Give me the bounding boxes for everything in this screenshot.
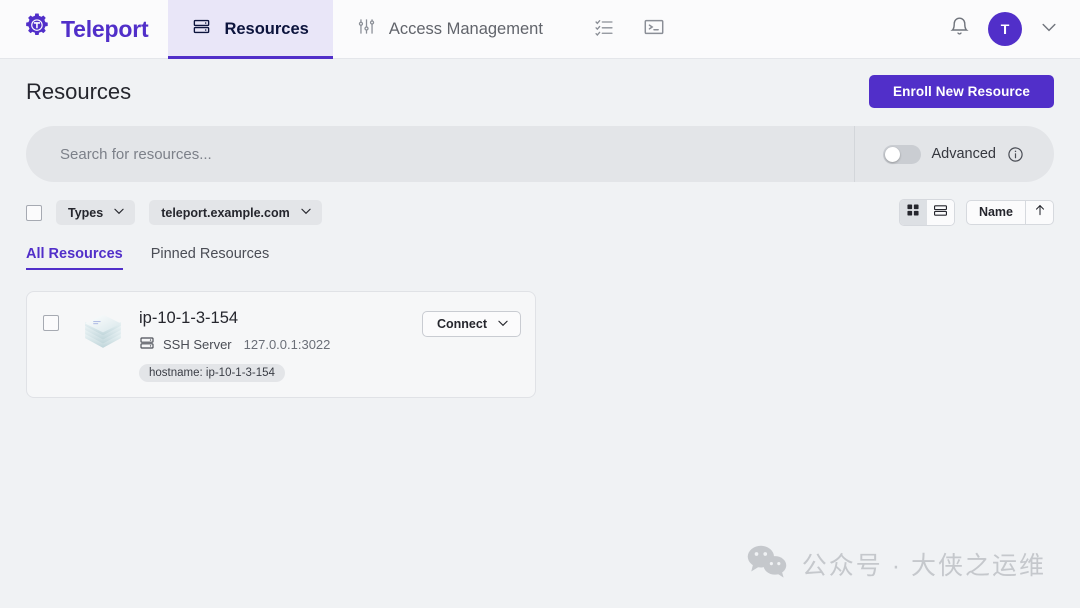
sliders-icon <box>357 17 376 41</box>
list-view-button[interactable] <box>926 200 954 225</box>
advanced-search-zone: Advanced <box>853 126 1055 182</box>
main-nav-tabs: Resources Access Management <box>168 0 567 59</box>
watermark-text: 公众号 · 大侠之运维 <box>801 551 1046 580</box>
sort-direction-button[interactable] <box>1025 201 1053 224</box>
avatar[interactable]: T <box>988 12 1022 46</box>
select-all-checkbox[interactable] <box>26 204 42 221</box>
grid-view-button[interactable] <box>899 200 927 225</box>
nav-user-area: T <box>944 0 1080 58</box>
user-menu-button[interactable] <box>1036 16 1062 42</box>
list-view-icon <box>933 203 948 223</box>
sort-field-button[interactable]: Name <box>967 201 1025 224</box>
resource-card-body: ip-10-1-3-154 SSH Server 127.0.0.1:3022 <box>139 308 422 382</box>
top-navigation-bar: Teleport Resources Access Management T <box>0 0 1080 59</box>
types-filter-label: Types <box>68 205 104 220</box>
sort-controls: Name <box>965 200 1054 225</box>
grid-view-icon <box>906 203 920 222</box>
terminal-icon <box>643 16 665 43</box>
nav-tab-access-management-label: Access Management <box>388 19 543 38</box>
search-input[interactable] <box>26 126 854 182</box>
resource-list: ip-10-1-3-154 SSH Server 127.0.0.1:3022 <box>26 291 1054 398</box>
filter-row: Types teleport.example.com Name <box>26 199 1054 226</box>
teleport-gear-icon <box>22 12 52 47</box>
checklist-icon <box>594 17 614 42</box>
nav-quick-icons <box>567 0 671 58</box>
resource-name: ip-10-1-3-154 <box>139 309 239 327</box>
types-filter-dropdown[interactable]: Types <box>56 200 136 225</box>
resource-address: 127.0.0.1:3022 <box>243 337 331 352</box>
avatar-initial: T <box>1000 21 1010 37</box>
wechat-icon <box>746 543 788 584</box>
notifications-button[interactable] <box>944 14 974 44</box>
page-title: Resources <box>26 78 132 104</box>
subtab-all-resources[interactable]: All Resources <box>26 246 123 270</box>
enroll-new-resource-button[interactable]: Enroll New Resource <box>869 75 1054 108</box>
connect-button-label: Connect <box>437 317 487 331</box>
advanced-toggle[interactable] <box>882 144 921 164</box>
nav-tab-resources-label: Resources <box>224 19 309 38</box>
subtab-pinned-resources[interactable]: Pinned Resources <box>151 246 270 270</box>
brand-name: Teleport <box>61 15 149 42</box>
page-header: Resources Enroll New Resource <box>26 59 1054 108</box>
chevron-down-icon <box>1039 17 1059 42</box>
terminal-icon-button[interactable] <box>637 12 671 46</box>
chevron-down-icon <box>496 316 510 333</box>
server-rack-icon <box>139 335 155 354</box>
watermark: 公众号 · 大侠之运维 <box>746 543 1046 584</box>
resource-subtabs: All Resources Pinned Resources <box>26 246 1054 270</box>
resource-meta: SSH Server 127.0.0.1:3022 <box>139 335 422 354</box>
resource-label-tag[interactable]: hostname: ip-10-1-3-154 <box>139 364 285 382</box>
resource-select-checkbox[interactable] <box>43 315 59 331</box>
bell-icon <box>949 16 970 42</box>
resource-kind: SSH Server <box>163 337 232 352</box>
server-rack-icon <box>192 17 211 41</box>
view-and-sort-controls: Name <box>898 199 1054 226</box>
cluster-filter-label: teleport.example.com <box>161 205 290 220</box>
teleport-web-ui: Teleport Resources Access Management T R… <box>0 0 1080 608</box>
chevron-down-icon <box>112 204 126 221</box>
resources-page: Resources Enroll New Resource Advanced <box>0 59 1080 608</box>
resource-card[interactable]: ip-10-1-3-154 SSH Server 127.0.0.1:3022 <box>26 291 536 398</box>
connect-button[interactable]: Connect <box>422 311 521 337</box>
checklist-icon-button[interactable] <box>587 12 621 46</box>
nav-tab-resources[interactable]: Resources <box>168 0 334 59</box>
view-mode-switcher <box>898 199 955 226</box>
advanced-toggle-knob <box>884 146 900 162</box>
nav-tab-access-management[interactable]: Access Management <box>333 0 567 58</box>
advanced-label: Advanced <box>931 146 997 162</box>
info-circle-icon[interactable] <box>1007 146 1024 163</box>
arrow-up-icon <box>1033 203 1047 222</box>
chevron-down-icon <box>299 204 313 221</box>
server-stack-icon <box>77 308 129 365</box>
search-bar: Advanced <box>26 126 1054 182</box>
brand-logo[interactable]: Teleport <box>0 0 168 58</box>
cluster-filter-dropdown[interactable]: teleport.example.com <box>149 200 322 225</box>
